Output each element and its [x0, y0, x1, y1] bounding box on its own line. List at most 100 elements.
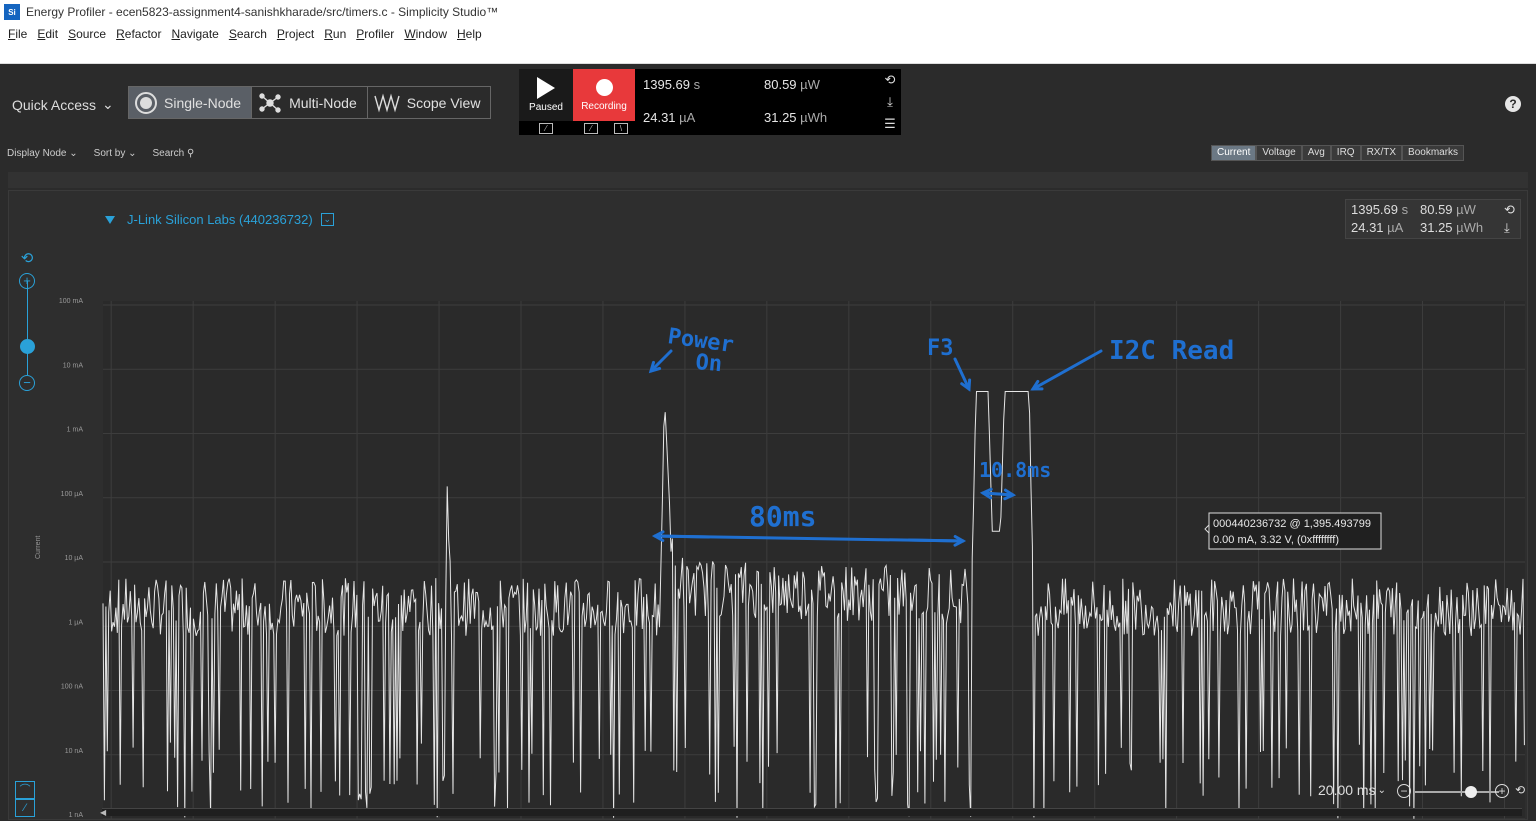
app-icon: Si — [4, 4, 20, 20]
single-node-button[interactable]: Single-Node — [129, 87, 253, 118]
menu-edit[interactable]: Edit — [37, 27, 58, 41]
tooltip-line-2: 0.00 mA, 3.32 V, (0xffffffff) — [1213, 534, 1339, 546]
quick-access-label: Quick Access — [12, 96, 97, 113]
node-name: J-Link Silicon Labs (440236732) — [127, 212, 313, 227]
timeline-overview[interactable] — [8, 172, 1528, 188]
scope-view-button[interactable]: Scope View — [368, 87, 491, 118]
quick-access-button[interactable]: Quick Access ⌄ — [12, 96, 114, 113]
timescale-slider: − + ⟲ — [1397, 783, 1527, 801]
y-tick-label: 10 nA — [65, 748, 84, 755]
download-icon[interactable]: ⤓ — [883, 95, 897, 109]
sort-by-dropdown[interactable]: Sort by ⌄ — [94, 148, 137, 159]
horizontal-scrollbar[interactable]: ◀ — [100, 808, 1522, 817]
annotation-10ms-text: 10.8ms — [979, 458, 1051, 482]
zoom-in-time-icon[interactable]: + — [1495, 784, 1509, 798]
time-readout: 1395.69 s — [643, 77, 701, 92]
menu-run[interactable]: Run — [324, 27, 346, 41]
capture-control-panel: Paused Recording ⁄ ⁄ \ 1395.69 s 24.31 µ… — [519, 69, 901, 135]
node-reset-icon[interactable]: ⟲ — [1504, 202, 1515, 218]
y-tick-label: 100 µA — [61, 491, 84, 498]
record-icon — [595, 79, 613, 96]
node-power-readout: 80.59 µW — [1420, 202, 1476, 217]
menu-profiler[interactable]: Profiler — [356, 27, 394, 41]
radio-icon — [135, 91, 157, 114]
timescale-dropdown[interactable]: 20.00 ms ⌄ — [1318, 782, 1386, 798]
recording-label: Recording — [581, 101, 627, 112]
tab-rxtx[interactable]: RX/TX — [1360, 145, 1403, 161]
annotation-i2c-text: I2C Read — [1109, 336, 1234, 366]
toolbar-strip — [0, 44, 1536, 64]
vertical-zoom-control: ⟲ + − — [17, 251, 39, 401]
annotation-80ms-left — [653, 534, 711, 539]
reset-time-icon[interactable]: ⟲ — [1513, 784, 1527, 798]
menu-navigate[interactable]: Navigate — [171, 27, 218, 41]
reset-zoom-icon[interactable]: ⟲ — [19, 251, 35, 267]
tab-current[interactable]: Current — [1211, 145, 1257, 161]
current-chart[interactable]: 100 mA 10 mA 1 mA 100 µA 10 µA 1 µA 100 nA 10 n… — [9, 191, 1529, 821]
multi-node-label: Multi-Node — [289, 94, 357, 111]
node-download-icon[interactable]: ⤓ — [1504, 220, 1510, 236]
menu-file[interactable]: File — [8, 27, 27, 41]
menu-search[interactable]: Search — [229, 27, 267, 41]
menu-window[interactable]: Window — [404, 27, 447, 41]
zoom-out-icon[interactable]: − — [19, 375, 35, 391]
waveform-icon — [374, 92, 400, 113]
zoom-track — [27, 281, 28, 375]
annotation-80ms-right — [907, 538, 965, 543]
list-icon[interactable]: ☰ — [883, 117, 897, 131]
y-tick-label: 10 mA — [63, 362, 84, 369]
collapse-triangle-icon — [105, 215, 115, 224]
y-tick-label: 1 µA — [68, 619, 83, 626]
menu-help[interactable]: Help — [457, 27, 482, 41]
node-toolbar: Display Node ⌄ Sort by ⌄ Search ⚲ — [7, 148, 194, 159]
current-readout: 24.31 µA — [643, 110, 696, 125]
timescale-track — [1415, 791, 1499, 793]
scroll-left-icon[interactable]: ◀ — [100, 808, 106, 817]
timescale-label: 20.00 ms — [1318, 782, 1376, 798]
chevron-down-icon: ⌄ — [1377, 784, 1386, 796]
readout-actions: ⟲ ⤓ ☰ — [879, 69, 901, 135]
y-tick-label: 10 µA — [65, 555, 84, 562]
tab-voltage[interactable]: Voltage — [1256, 145, 1302, 161]
help-icon[interactable]: ? — [1505, 96, 1521, 112]
title-bar: Si Energy Profiler - ecen5823-assignment… — [0, 0, 1536, 24]
play-options-button[interactable]: ⁄ — [539, 123, 553, 134]
scale-mode-toggle: ⌒ ⁄ — [15, 781, 35, 817]
multi-node-button[interactable]: Multi-Node — [252, 87, 368, 118]
view-tabs: Current Voltage Avg IRQ RX/TX Bookmarks — [1211, 145, 1465, 161]
linear-scale-icon[interactable]: ⁄ — [15, 799, 35, 817]
timescale-handle[interactable] — [1465, 786, 1477, 798]
energy-readout: 31.25 µWh — [764, 110, 828, 125]
zoom-out-time-icon[interactable]: − — [1397, 784, 1411, 798]
power-readout: 80.59 µW — [764, 77, 820, 92]
zoom-slider-handle[interactable] — [20, 339, 35, 354]
current-plot-panel: 100 mA 10 mA 1 mA 100 µA 10 µA 1 µA 100 nA 10 n… — [8, 190, 1528, 820]
annotation-on-text: On — [694, 350, 723, 377]
y-tick-label: 100 mA — [59, 298, 83, 305]
tab-irq[interactable]: IRQ — [1330, 145, 1361, 161]
y-tick-label: 1 mA — [67, 427, 84, 434]
search-button[interactable]: Search ⚲ — [153, 148, 195, 159]
record-button[interactable]: Recording — [573, 69, 635, 121]
reset-icon[interactable]: ⟲ — [883, 73, 897, 87]
window-title: Energy Profiler - ecen5823-assignment4-s… — [26, 5, 499, 19]
record-settings-button[interactable]: \ — [614, 123, 628, 134]
log-scale-icon[interactable]: ⌒ — [15, 781, 35, 799]
readout-panel: 1395.69 s 24.31 µA 80.59 µW 31.25 µWh — [637, 69, 877, 135]
menu-source[interactable]: Source — [68, 27, 106, 41]
y-tick-label: 100 nA — [61, 684, 84, 691]
tab-bookmarks[interactable]: Bookmarks — [1402, 145, 1465, 161]
menu-project[interactable]: Project — [277, 27, 314, 41]
node-current-readout: 24.31 µA — [1351, 220, 1404, 235]
tab-avg[interactable]: Avg — [1301, 145, 1331, 161]
display-node-dropdown[interactable]: Display Node ⌄ — [7, 148, 78, 159]
play-button[interactable]: Paused — [519, 69, 573, 121]
node-energy-readout: 31.25 µWh — [1420, 220, 1484, 235]
menu-bar: File Edit Source Refactor Navigate Searc… — [0, 24, 1536, 44]
menu-refactor[interactable]: Refactor — [116, 27, 161, 41]
node-header[interactable]: J-Link Silicon Labs (440236732) ⌄ — [105, 212, 334, 227]
record-options-button[interactable]: ⁄ — [584, 123, 598, 134]
play-icon — [537, 77, 555, 99]
search-icon: ⚲ — [186, 148, 195, 159]
node-dropdown-icon[interactable]: ⌄ — [320, 213, 334, 226]
